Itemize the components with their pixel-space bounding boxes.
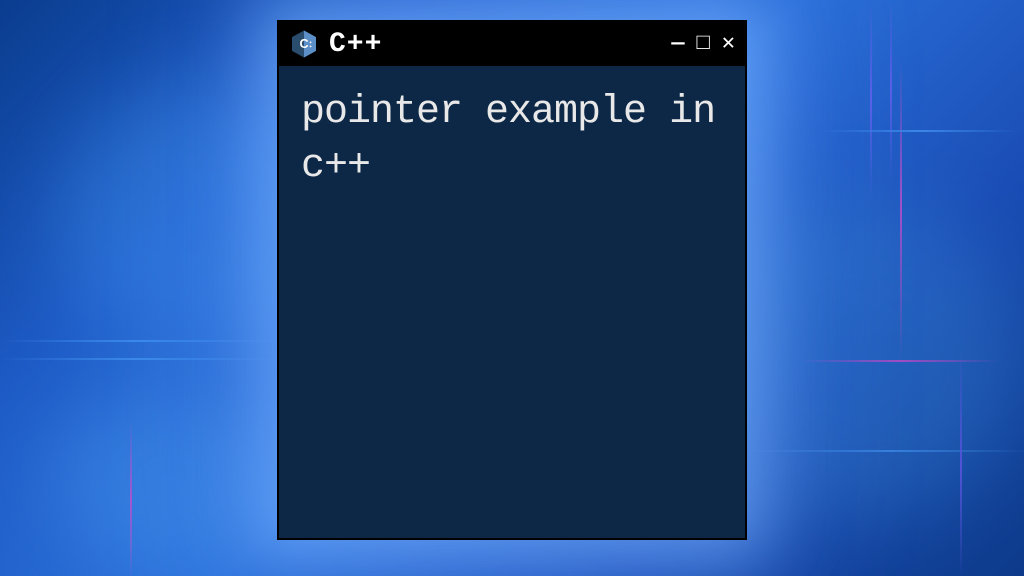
code-output: pointer example in c++	[301, 86, 723, 194]
svg-text:C: C	[299, 37, 308, 51]
maximize-button[interactable]: □	[697, 33, 710, 55]
window-controls: — □ ✕	[671, 33, 735, 55]
cpp-hexagon-icon: C + +	[289, 29, 319, 59]
window-titlebar[interactable]: C + + C++ — □ ✕	[279, 22, 745, 66]
window-title: C++	[329, 29, 661, 60]
terminal-content: pointer example in c++	[279, 66, 745, 538]
close-button[interactable]: ✕	[722, 33, 735, 55]
minimize-button[interactable]: —	[671, 33, 684, 55]
terminal-window: C + + C++ — □ ✕ pointer example in c++	[277, 20, 747, 540]
svg-text:+: +	[309, 45, 312, 50]
